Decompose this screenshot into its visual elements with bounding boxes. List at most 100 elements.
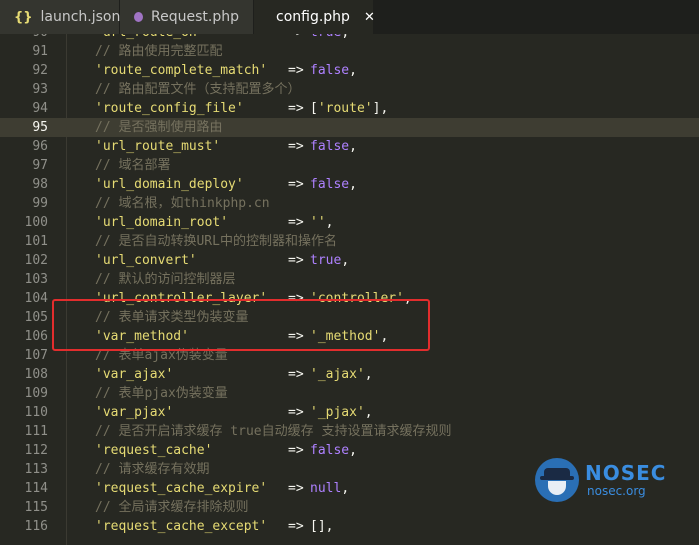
line-number: 116 <box>24 519 48 534</box>
line-number: 92 <box>32 63 48 78</box>
config-key: 'var_pjax' <box>95 405 174 420</box>
line-number: 112 <box>24 443 48 458</box>
code-content: // 请求缓存有效期 <box>95 460 209 479</box>
code-line[interactable]: 110 'var_pjax' => '_pjax', <box>0 403 699 422</box>
config-value: true, <box>310 253 350 268</box>
code-line[interactable]: 90 'url_route_on' => true, <box>0 34 699 42</box>
code-line[interactable]: 96 'url_route_must' => false, <box>0 137 699 156</box>
line-number: 100 <box>24 215 48 230</box>
arrow-operator: => <box>288 63 304 78</box>
config-value: false, <box>310 63 357 78</box>
code-content: // 是否强制使用路由 <box>95 118 222 137</box>
code-line[interactable]: 99 // 域名根，如thinkphp.cn <box>0 194 699 213</box>
config-key: 'url_domain_root' <box>95 215 229 230</box>
code-line[interactable]: 92 'route_complete_match' => false, <box>0 61 699 80</box>
code-comment: // 路由使用完整匹配 <box>95 44 223 59</box>
code-content: // 域名部署 <box>95 156 170 175</box>
code-line[interactable]: 94 'route_config_file' => ['route'], <box>0 99 699 118</box>
nosec-logo: NOSEC nosec.org <box>535 440 685 520</box>
code-line[interactable]: 109 // 表单pjax伪装变量 <box>0 384 699 403</box>
line-number: 105 <box>24 310 48 325</box>
logo-name: NOSEC <box>585 461 667 485</box>
code-content: // 域名根，如thinkphp.cn <box>95 194 270 213</box>
line-number: 111 <box>24 424 48 439</box>
line-number: 114 <box>24 481 48 496</box>
code-line[interactable]: 91 // 路由使用完整匹配 <box>0 42 699 61</box>
code-line[interactable]: 93 // 路由配置文件（支持配置多个） <box>0 80 699 99</box>
code-line[interactable]: 100 'url_domain_root' => '', <box>0 213 699 232</box>
tab-label: config.php <box>276 9 350 25</box>
arrow-operator: => <box>288 367 304 382</box>
code-line[interactable]: 101 // 是否自动转换URL中的控制器和操作名 <box>0 232 699 251</box>
config-value: false, <box>310 177 357 192</box>
arrow-operator: => <box>288 253 304 268</box>
line-number: 106 <box>24 329 48 344</box>
code-line[interactable]: 111 // 是否开启请求缓存 true自动缓存 支持设置请求缓存规则 <box>0 422 699 441</box>
arrow-operator: => <box>288 481 304 496</box>
code-content: // 默认的访问控制器层 <box>95 270 235 289</box>
code-line[interactable]: 95 // 是否强制使用路由 <box>0 118 699 137</box>
line-number: 95 <box>32 120 48 135</box>
line-number: 90 <box>0 34 48 42</box>
config-key: 'request_cache_expire' <box>95 481 268 496</box>
code-comment: // 表单pjax伪装变量 <box>95 386 228 401</box>
config-value: '_pjax', <box>310 405 373 420</box>
code-comment: // 域名部署 <box>95 158 171 173</box>
php-elephant-icon <box>134 12 144 22</box>
code-content: // 是否自动转换URL中的控制器和操作名 <box>95 232 337 251</box>
config-value: true, <box>310 34 349 42</box>
line-number: 93 <box>32 82 48 97</box>
tab-request-php[interactable]: Request.php <box>120 0 254 34</box>
line-number: 109 <box>24 386 48 401</box>
config-key: 'url_route_must' <box>95 139 221 154</box>
config-value: false, <box>310 443 357 458</box>
config-value: ['route'], <box>310 101 389 116</box>
line-number: 103 <box>24 272 48 287</box>
line-number: 104 <box>24 291 48 306</box>
code-line[interactable]: 108 'var_ajax' => '_ajax', <box>0 365 699 384</box>
tab-label: Request.php <box>151 9 239 25</box>
code-line[interactable]: 97 // 域名部署 <box>0 156 699 175</box>
line-number: 96 <box>32 139 48 154</box>
arrow-operator: => <box>288 177 304 192</box>
arrow-operator: => <box>288 101 304 116</box>
config-key: 'url_convert' <box>95 253 197 268</box>
config-key: 'route_complete_match' <box>95 63 268 78</box>
line-number: 115 <box>24 500 48 515</box>
arrow-operator: => <box>288 519 304 534</box>
line-number: 101 <box>24 234 48 249</box>
line-number: 91 <box>32 44 48 59</box>
line-number: 113 <box>24 462 48 477</box>
arrow-operator: => <box>288 139 304 154</box>
config-key: 'var_ajax' <box>95 367 174 382</box>
code-comment: // 全局请求缓存排除规则 <box>95 500 249 515</box>
line-number: 99 <box>32 196 48 211</box>
line-number: 98 <box>32 177 48 192</box>
code-comment: // 默认的访问控制器层 <box>95 272 236 287</box>
code-line[interactable]: 98 'url_domain_deploy' => false, <box>0 175 699 194</box>
code-content: // 全局请求缓存排除规则 <box>95 498 248 517</box>
config-value: null, <box>310 481 350 496</box>
arrow-operator: => <box>288 34 304 42</box>
logo-site: nosec.org <box>587 484 646 498</box>
line-number: 110 <box>24 405 48 420</box>
tab-label: launch.json <box>40 9 121 25</box>
code-content: // 是否开启请求缓存 true自动缓存 支持设置请求缓存规则 <box>95 422 451 441</box>
highlight-annotation-box <box>52 299 430 351</box>
code-comment: // 路由配置文件（支持配置多个） <box>95 82 301 97</box>
close-icon[interactable]: ✕ <box>364 10 375 25</box>
config-value: '_ajax', <box>310 367 373 382</box>
line-number: 97 <box>32 158 48 173</box>
code-line[interactable]: 103 // 默认的访问控制器层 <box>0 270 699 289</box>
line-number: 108 <box>24 367 48 382</box>
config-key: 'url_domain_deploy' <box>95 177 244 192</box>
code-content: // 路由使用完整匹配 <box>95 42 222 61</box>
code-comment: // 是否开启请求缓存 true自动缓存 支持设置请求缓存规则 <box>95 424 452 439</box>
tab-config-php[interactable]: config.php ✕ <box>254 0 375 34</box>
tab-launch-json[interactable]: {} launch.json <box>0 0 120 34</box>
nosec-hat-logo-icon <box>535 458 579 502</box>
code-content: // 表单pjax伪装变量 <box>95 384 228 403</box>
tab-bar: {} launch.json Request.php config.php ✕ <box>0 0 699 34</box>
arrow-operator: => <box>288 215 304 230</box>
code-line[interactable]: 102 'url_convert' => true, <box>0 251 699 270</box>
